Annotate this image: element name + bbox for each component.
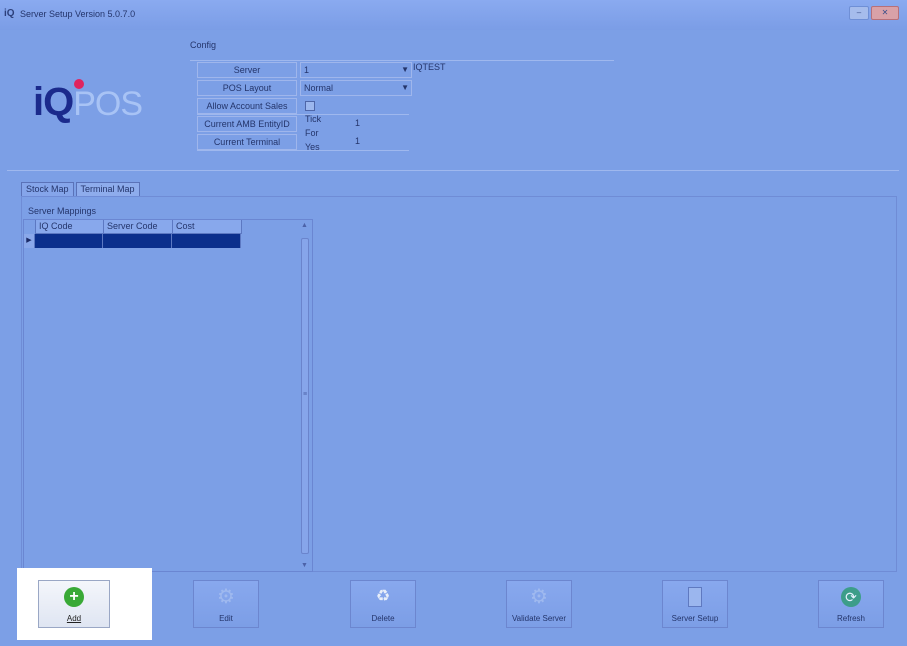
edit-button[interactable]: ⚙ Edit bbox=[193, 580, 259, 628]
window-title: Server Setup Version 5.0.7.0 bbox=[20, 9, 136, 19]
config-line bbox=[197, 150, 409, 151]
pos-layout-label: POS Layout bbox=[197, 80, 297, 96]
tab-terminal-map[interactable]: Terminal Map bbox=[75, 182, 140, 197]
column-server-code[interactable]: Server Code bbox=[104, 220, 173, 234]
gear-icon: ⚙ bbox=[217, 586, 235, 608]
minimize-button[interactable]: – bbox=[849, 6, 869, 20]
delete-button[interactable]: ♻ Delete bbox=[350, 580, 416, 628]
logo-iq: iQ bbox=[33, 80, 74, 124]
iqpos-logo: iQPOS bbox=[33, 79, 143, 125]
server-value: 1 bbox=[304, 65, 310, 75]
edit-label: Edit bbox=[219, 614, 233, 623]
allow-account-sales-checkbox[interactable]: Tick For Yes bbox=[305, 98, 321, 152]
mappings-grid[interactable]: IQ Code Server Code Cost ▶ ▲ ≡ ▼ bbox=[23, 219, 313, 572]
delete-label: Delete bbox=[371, 614, 395, 623]
refresh-button[interactable]: ⟳ Refresh bbox=[818, 580, 884, 628]
trash-icon: ♻ bbox=[375, 588, 391, 605]
document-icon bbox=[688, 587, 702, 607]
pos-layout-value: Normal bbox=[304, 83, 334, 93]
vertical-scrollbar[interactable]: ▲ ≡ ▼ bbox=[298, 220, 312, 571]
amb-entity-value: 1 bbox=[355, 118, 361, 128]
gear-icon: ⚙ bbox=[530, 586, 548, 608]
validate-server-button[interactable]: ⚙ Validate Server bbox=[506, 580, 572, 628]
terminal-label: Current Terminal bbox=[197, 134, 297, 150]
scroll-down-icon[interactable]: ▼ bbox=[301, 562, 308, 569]
config-title: Config bbox=[190, 40, 217, 50]
server-setup-label: Server Setup bbox=[671, 614, 719, 623]
row-header-spacer bbox=[24, 220, 36, 234]
server-mappings-label: Server Mappings bbox=[28, 206, 97, 216]
checkbox-label: Tick For Yes bbox=[305, 114, 322, 152]
terminal-value: 1 bbox=[355, 136, 361, 146]
cell-iq-code[interactable] bbox=[35, 234, 103, 248]
row-indicator-icon: ▶ bbox=[24, 234, 35, 248]
section-divider bbox=[7, 170, 899, 171]
cell-cost[interactable] bbox=[172, 234, 241, 248]
allow-account-sales-label: Allow Account Sales bbox=[197, 98, 297, 114]
scroll-thumb[interactable]: ≡ bbox=[301, 238, 309, 554]
config-line bbox=[197, 114, 409, 115]
pos-layout-combo[interactable]: Normal ▼ bbox=[300, 80, 412, 96]
logo-dot bbox=[74, 79, 84, 89]
app-window: iQ Server Setup Version 5.0.7.0 – ✕ iQPO… bbox=[0, 0, 907, 646]
server-name: IQTEST bbox=[413, 62, 446, 72]
server-combo[interactable]: 1 ▼ bbox=[300, 62, 412, 78]
validate-server-label: Validate Server bbox=[511, 614, 567, 623]
app-icon: iQ bbox=[4, 8, 15, 19]
table-row[interactable]: ▶ bbox=[24, 234, 241, 248]
plus-icon: + bbox=[64, 587, 84, 607]
column-iq-code[interactable]: IQ Code bbox=[36, 220, 104, 234]
grip-icon: ≡ bbox=[303, 391, 308, 398]
add-button[interactable]: + Add bbox=[38, 580, 110, 628]
refresh-label: Refresh bbox=[836, 614, 865, 623]
grid-header: IQ Code Server Code Cost bbox=[24, 220, 242, 234]
tab-strip: Stock Map Terminal Map bbox=[21, 182, 142, 197]
tab-stock-map[interactable]: Stock Map bbox=[21, 182, 74, 197]
close-button[interactable]: ✕ bbox=[871, 6, 899, 20]
add-label: Add bbox=[66, 614, 82, 623]
amb-entity-label: Current AMB EntityID bbox=[197, 116, 297, 132]
window-controls: – ✕ bbox=[849, 6, 899, 20]
chevron-down-icon: ▼ bbox=[401, 83, 409, 92]
config-divider bbox=[190, 60, 614, 61]
scroll-up-icon[interactable]: ▲ bbox=[301, 222, 308, 229]
refresh-icon: ⟳ bbox=[841, 587, 861, 607]
server-setup-button[interactable]: Server Setup bbox=[662, 580, 728, 628]
checkbox-box[interactable] bbox=[305, 100, 315, 111]
logo-pos: POS bbox=[73, 85, 143, 123]
chevron-down-icon: ▼ bbox=[401, 65, 409, 74]
column-cost[interactable]: Cost bbox=[173, 220, 242, 234]
title-bar: iQ Server Setup Version 5.0.7.0 – ✕ bbox=[0, 0, 907, 30]
server-label: Server bbox=[197, 62, 297, 78]
cell-server-code[interactable] bbox=[103, 234, 172, 248]
